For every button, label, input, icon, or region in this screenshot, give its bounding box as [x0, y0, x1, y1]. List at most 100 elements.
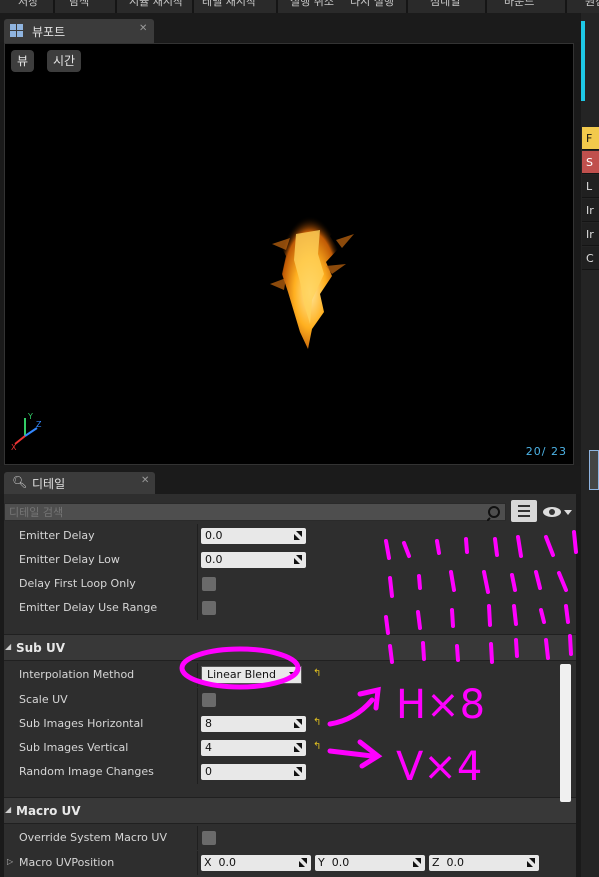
main-toolbar: 저장 탐색 시뮬 재시작 레벨 재시작 실행 취소 다시 실행 섬네일 바운드 … [0, 0, 599, 13]
reset-to-default-icon[interactable]: ↰ [313, 741, 321, 752]
column-divider [197, 572, 198, 596]
property-label: Scale UV [19, 693, 68, 706]
reset-to-default-icon[interactable]: ↰ [313, 668, 321, 679]
close-icon[interactable]: ✕ [139, 23, 147, 34]
macro-uv-y-field[interactable]: Y 0.0 [315, 855, 425, 871]
vector-prefix: X [204, 856, 212, 869]
details-search-row [4, 500, 576, 524]
emitter-delay-field[interactable]: 0.0 [201, 528, 306, 544]
fire-particle-preview [270, 209, 354, 349]
expand-arrow-icon[interactable]: ▷ [7, 857, 13, 866]
svg-text:Z: Z [36, 420, 42, 429]
chevron-down-icon [289, 672, 297, 677]
scale-uv-checkbox[interactable] [202, 693, 216, 707]
toolbar-save-button[interactable]: 저장 [18, 0, 38, 13]
section-title: Macro UV [16, 804, 81, 818]
search-icon [487, 506, 500, 521]
field-value: 8 [205, 717, 212, 730]
curve-editor-icon[interactable] [589, 450, 599, 490]
module-row[interactable]: Ir [582, 223, 599, 246]
macro-uv-x-field[interactable]: X 0.0 [201, 855, 311, 871]
delay-first-loop-only-checkbox[interactable] [202, 577, 216, 591]
details-search-box[interactable] [4, 503, 506, 521]
toolbar-thumbnail-button[interactable]: 섬네일 [430, 0, 460, 13]
column-divider [197, 760, 198, 784]
toolbar-separator [115, 0, 117, 13]
section-macro-uv[interactable]: ◢ Macro UV [4, 797, 576, 824]
toolbar-separator [406, 0, 408, 13]
vector-prefix: Z [432, 856, 440, 869]
override-system-macro-uv-checkbox[interactable] [202, 831, 216, 845]
property-label: Override System Macro UV [19, 831, 167, 844]
toolbar-separator [53, 0, 55, 13]
tab-details[interactable]: 🔍︎ 디테일 ✕ [4, 472, 155, 494]
property-label: Emitter Delay [19, 529, 95, 542]
toolbar-separator [485, 0, 487, 13]
property-row-override-system-macro-uv: Override System Macro UV [4, 826, 576, 850]
property-label: Sub Images Vertical [19, 741, 129, 754]
field-value: 0.0 [205, 553, 223, 566]
toolbar-separator [565, 0, 567, 13]
toolbar-undo-button[interactable]: 실행 취소 [290, 0, 334, 13]
property-label: Delay First Loop Only [19, 577, 136, 590]
module-row[interactable]: Ir [582, 199, 599, 222]
column-divider [197, 826, 198, 850]
svg-text:X: X [11, 443, 17, 450]
time-button[interactable]: 시간 [47, 50, 82, 72]
property-label: Emitter Delay Low [19, 553, 120, 566]
toolbar-restart-level-button[interactable]: 레벨 재시작 [202, 0, 256, 13]
column-divider [197, 548, 198, 572]
particle-viewport[interactable]: 뷰 시간 Y Z X 20/ 23 [4, 43, 574, 465]
details-scrollbar[interactable] [560, 664, 571, 802]
toolbar-separator [192, 0, 194, 13]
macro-uv-z-field[interactable]: Z 0.0 [429, 855, 539, 871]
module-row[interactable]: C [582, 247, 599, 270]
eye-icon[interactable] [541, 503, 573, 521]
sub-images-vertical-field[interactable]: 4 [201, 740, 306, 756]
toolbar-origin-button[interactable]: 원점 [585, 0, 599, 13]
spin-arrow-icon [294, 719, 302, 728]
section-sub-uv[interactable]: ◢ Sub UV [4, 634, 576, 661]
sub-images-horizontal-field[interactable]: 8 [201, 716, 306, 732]
module-row[interactable]: F [582, 127, 599, 150]
column-divider [197, 851, 198, 875]
module-row[interactable]: L [582, 175, 599, 198]
reset-to-default-icon[interactable]: ↰ [313, 717, 321, 728]
details-search-input[interactable] [9, 505, 469, 520]
spin-arrow-icon [294, 743, 302, 752]
property-row-emitter-delay-use-range: Emitter Delay Use Range [4, 596, 576, 620]
column-divider [197, 663, 198, 687]
accent-strip [581, 21, 585, 101]
tab-viewport[interactable]: 뷰포트 ✕ [4, 19, 154, 43]
random-image-changes-field[interactable]: 0 [201, 764, 306, 780]
close-icon[interactable]: ✕ [141, 475, 149, 486]
view-options-button[interactable] [511, 500, 537, 522]
frame-counter: 20/ 23 [525, 445, 567, 458]
spin-arrow-icon [527, 858, 535, 867]
property-row-macro-uv-position: ▷ Macro UVPosition X 0.0 Y 0.0 Z 0.0 [4, 851, 576, 875]
field-value: 0.0 [218, 856, 237, 869]
right-side-panel: F S L Ir Ir C [581, 13, 599, 877]
interpolation-method-dropdown[interactable]: Linear Blend [201, 666, 302, 684]
property-row-scale-uv: Scale UV [4, 688, 576, 712]
collapse-arrow-icon: ◢ [5, 642, 12, 651]
toolbar-restart-sim-button[interactable]: 시뮬 재시작 [129, 0, 183, 13]
tab-viewport-label: 뷰포트 [32, 25, 66, 39]
spin-arrow-icon [294, 555, 302, 564]
property-row-interpolation-method: Interpolation Method Linear Blend ↰ [4, 663, 576, 687]
view-mode-button[interactable]: 뷰 [11, 50, 35, 72]
tab-details-label: 디테일 [32, 477, 66, 491]
column-divider [197, 736, 198, 760]
toolbar-browse-button[interactable]: 탐색 [69, 0, 89, 13]
emitter-delay-low-field[interactable]: 0.0 [201, 552, 306, 568]
toolbar-redo-button[interactable]: 다시 실행 [350, 0, 394, 13]
emitter-delay-use-range-checkbox[interactable] [202, 601, 216, 615]
vector-prefix: Y [318, 856, 325, 869]
property-row-delay-first-loop-only: Delay First Loop Only [4, 572, 576, 596]
module-row[interactable]: S [582, 151, 599, 174]
toolbar-bounds-button[interactable]: 바운드 [504, 0, 534, 13]
property-row-emitter-delay: Emitter Delay 0.0 [4, 524, 576, 548]
column-divider [197, 524, 198, 548]
column-divider [197, 712, 198, 736]
column-divider [197, 596, 198, 620]
